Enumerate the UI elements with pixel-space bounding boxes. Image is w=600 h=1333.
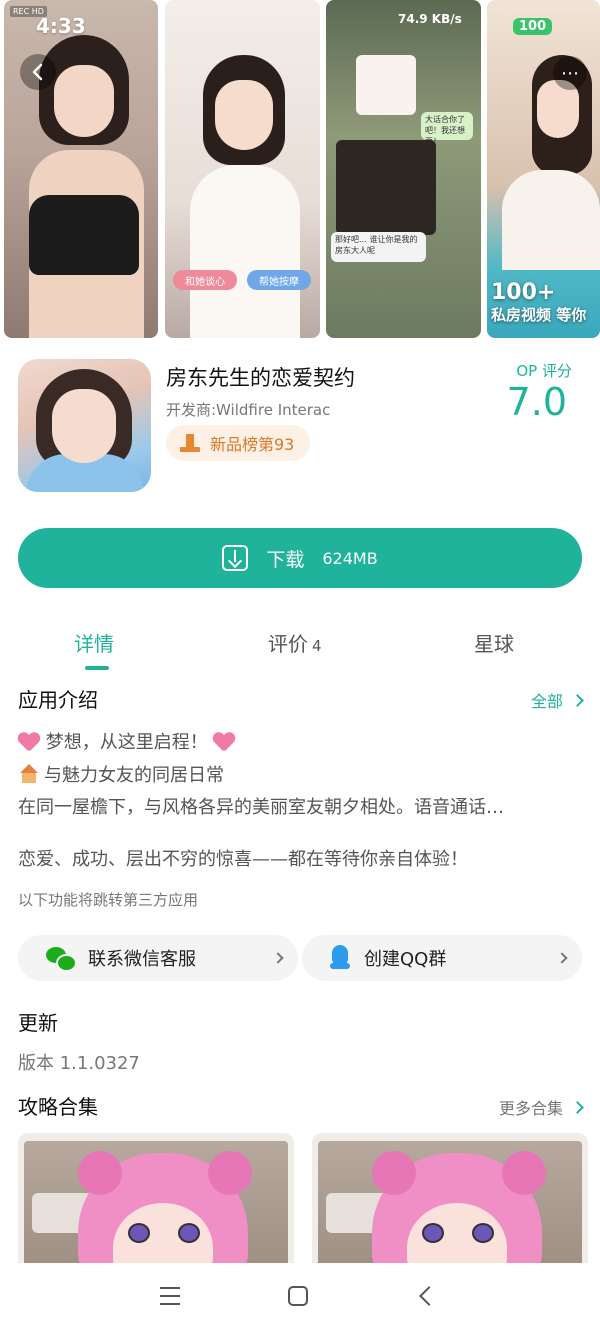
screenshot-1[interactable]: REC HD 4:33 xyxy=(4,0,158,338)
intro-line: 恋爱、成功、层出不穷的惊喜——都在等待你亲自体验！ xyxy=(18,849,468,870)
chat-photo xyxy=(336,140,436,235)
chevron-right-icon xyxy=(571,693,584,707)
wechat-icon xyxy=(46,947,77,972)
promo-sub: 私房视频 等你 xyxy=(491,306,587,324)
developer-name[interactable]: 开发商:Wildfire Interac xyxy=(166,399,330,420)
rank-badge[interactable]: 新品榜第93 xyxy=(166,425,311,461)
house-icon xyxy=(18,764,40,784)
tab-details[interactable]: 详情 xyxy=(74,628,114,657)
character-body xyxy=(502,170,600,270)
qq-group-label: 创建QQ群 xyxy=(364,949,447,970)
intro-expand-link[interactable]: 全部 xyxy=(530,688,584,712)
version-text: 版本 1.1.0327 xyxy=(18,1053,140,1074)
guide-character-eye xyxy=(178,1223,200,1243)
intro-line: 梦想，从这里启程！ xyxy=(18,728,235,754)
character-face xyxy=(54,65,114,137)
intro-line: 在同一屋檐下，与风格各异的美丽室友朝夕相处。语音通话… xyxy=(18,797,504,818)
tab-planet[interactable]: 星球 xyxy=(474,628,514,657)
intro-line: 与魅力女友的同居日常 xyxy=(18,761,224,787)
guide-card[interactable] xyxy=(312,1133,588,1283)
chevron-right-icon xyxy=(272,952,284,964)
guide-character-bun xyxy=(502,1151,546,1195)
intro-line-text: 梦想，从这里启程！ xyxy=(45,732,208,753)
chat-photo xyxy=(356,55,416,115)
chevron-left-icon xyxy=(32,63,43,81)
guide-character-eye xyxy=(422,1223,444,1243)
tab-active-indicator xyxy=(85,666,109,670)
rank-badge-label: 新品榜第93 xyxy=(210,435,295,454)
third-party-note: 以下功能将跳转第三方应用 xyxy=(18,891,199,909)
download-label: 下载 xyxy=(266,548,305,571)
menu-icon[interactable] xyxy=(160,1287,180,1305)
score-label: OP 评分 xyxy=(516,362,572,380)
score-value: 7.0 xyxy=(506,380,567,424)
guide-character-bun xyxy=(78,1151,122,1195)
promo-big: 100+ xyxy=(491,280,556,305)
screenshot-3[interactable]: 大话合你了吧！我还想要！ 那好吧… 谁让你是我的房东大人呢 74.9 KB/s xyxy=(326,0,481,338)
tab-reviews-count: 4 xyxy=(312,637,322,655)
download-size: 624MB xyxy=(322,548,378,568)
guides-more-label: 更多合集 xyxy=(498,1099,563,1118)
guide-character-eye xyxy=(472,1223,494,1243)
rank-icon xyxy=(180,434,200,452)
home-icon[interactable] xyxy=(288,1286,308,1306)
character-top xyxy=(29,195,139,275)
screenshot-4[interactable]: 100 ⋯ 100+ 私房视频 等你 xyxy=(487,0,600,338)
screenshot-gallery[interactable]: REC HD 4:33 和她谈心 帮她按摩 大话合你了吧！我还想要！ 那好吧… … xyxy=(0,0,600,338)
chevron-right-icon xyxy=(556,952,568,964)
intro-section-title: 应用介绍 xyxy=(18,688,98,712)
character-body xyxy=(190,165,300,338)
download-icon xyxy=(222,545,249,571)
heart-icon xyxy=(213,731,235,751)
screenshot-2[interactable]: 和她谈心 帮她按摩 xyxy=(165,0,320,338)
chat-bubble: 那好吧… 谁让你是我的房东大人呢 xyxy=(331,232,426,262)
chevron-right-icon xyxy=(571,1100,584,1114)
qq-icon xyxy=(330,945,350,971)
back-button[interactable] xyxy=(20,54,56,90)
heart-icon xyxy=(18,731,40,751)
intro-expand-label: 全部 xyxy=(530,692,563,711)
more-options-button[interactable]: ⋯ xyxy=(553,56,587,90)
more-dots-icon: ⋯ xyxy=(561,62,579,84)
guides-section-title: 攻略合集 xyxy=(18,1095,98,1119)
download-button[interactable]: 下载 624MB xyxy=(18,528,582,588)
guides-more-link[interactable]: 更多合集 xyxy=(498,1095,584,1119)
guide-character-bun xyxy=(208,1151,252,1195)
back-icon[interactable] xyxy=(419,1286,439,1306)
network-speed: 74.9 KB/s xyxy=(398,12,462,26)
battery-badge: 100 xyxy=(513,18,553,35)
choice-pill: 帮她按摩 xyxy=(247,270,311,290)
tab-reviews[interactable]: 评价 4 xyxy=(268,628,322,657)
intro-line-text: 与魅力女友的同居日常 xyxy=(44,765,224,786)
status-time: 4:33 xyxy=(36,14,86,38)
guide-character-eye xyxy=(128,1223,150,1243)
app-icon xyxy=(18,359,151,492)
icon-face xyxy=(52,389,116,463)
promo-text: 100+ 私房视频 等你 xyxy=(491,280,586,324)
system-navigation-bar xyxy=(0,1263,600,1333)
app-title: 房东先生的恋爱契约 xyxy=(166,366,355,390)
tab-reviews-label: 评价 xyxy=(268,632,308,656)
tab-bar: 详情 评价 4 星球 xyxy=(0,620,600,670)
chat-bubble: 大话合你了吧！我还想要！ xyxy=(421,112,473,146)
choice-pill: 和她谈心 xyxy=(173,270,237,290)
guide-character-bun xyxy=(372,1151,416,1195)
update-section-title: 更新 xyxy=(18,1011,58,1035)
guide-card[interactable] xyxy=(18,1133,294,1283)
wechat-support-button[interactable]: 联系微信客服 xyxy=(18,935,298,981)
wechat-support-label: 联系微信客服 xyxy=(88,949,196,970)
qq-group-button[interactable]: 创建QQ群 xyxy=(302,935,582,981)
character-face xyxy=(215,80,273,150)
